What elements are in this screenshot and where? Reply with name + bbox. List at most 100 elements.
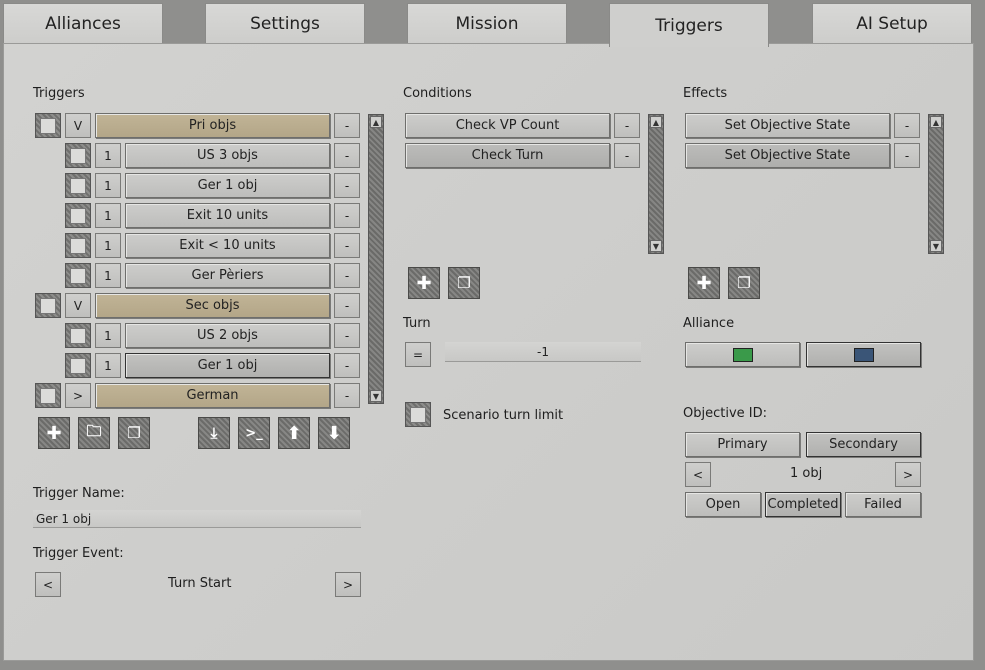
- trigger-item[interactable]: Ger 1 obj: [125, 173, 330, 198]
- tab-ai-setup[interactable]: AI Setup: [812, 3, 972, 43]
- trigger-toggle-button[interactable]: 1: [95, 173, 121, 198]
- objective-primary-button[interactable]: Primary: [685, 432, 800, 457]
- trigger-delete-button[interactable]: -: [334, 203, 360, 228]
- objective-completed-button[interactable]: Completed: [765, 492, 841, 517]
- trigger-toggle-button[interactable]: 1: [95, 143, 121, 168]
- trigger-delete-button[interactable]: -: [334, 293, 360, 318]
- alliance-2-button[interactable]: [806, 342, 921, 367]
- copy-icon: ❐: [737, 274, 751, 292]
- trigger-toggle-button[interactable]: >: [65, 383, 91, 408]
- alliance-2-swatch: [853, 347, 874, 362]
- effect-item[interactable]: Set Objective State: [685, 143, 890, 168]
- trigger-item[interactable]: Ger 1 obj: [125, 353, 330, 378]
- condition-delete-button[interactable]: -: [614, 143, 640, 168]
- trigger-enable-checkbox[interactable]: [65, 233, 91, 258]
- move-down-button[interactable]: ⬇: [318, 417, 350, 449]
- trigger-name-label: Trigger Name:: [33, 486, 125, 501]
- folder-icon: 🗀: [86, 421, 102, 440]
- scroll-down-icon[interactable]: ▼: [370, 390, 382, 402]
- trigger-toggle-button[interactable]: 1: [95, 263, 121, 288]
- copy-condition-button[interactable]: ❐: [448, 267, 480, 299]
- tab-triggers[interactable]: Triggers: [609, 3, 769, 47]
- add-condition-button[interactable]: ✚: [408, 267, 440, 299]
- move-up-button[interactable]: ⬆: [278, 417, 310, 449]
- effect-delete-button[interactable]: -: [894, 113, 920, 138]
- trigger-enable-checkbox[interactable]: [35, 383, 61, 408]
- effect-delete-button[interactable]: -: [894, 143, 920, 168]
- trigger-item[interactable]: US 2 objs: [125, 323, 330, 348]
- trigger-item[interactable]: US 3 objs: [125, 143, 330, 168]
- trigger-item[interactable]: Pri objs: [95, 113, 330, 138]
- trigger-enable-checkbox[interactable]: [65, 323, 91, 348]
- alliance-label: Alliance: [683, 316, 735, 331]
- objective-next-button[interactable]: >: [895, 462, 921, 487]
- plus-icon: ✚: [416, 272, 432, 294]
- turn-label: Turn: [403, 316, 431, 331]
- objective-prev-button[interactable]: <: [685, 462, 711, 487]
- trigger-delete-button[interactable]: -: [334, 383, 360, 408]
- import-button[interactable]: ⤓: [198, 417, 230, 449]
- trigger-toggle-button[interactable]: 1: [95, 323, 121, 348]
- trigger-delete-button[interactable]: -: [334, 263, 360, 288]
- trigger-event-label: Trigger Event:: [33, 546, 124, 561]
- triggers-header: Triggers: [33, 86, 85, 101]
- scroll-up-icon[interactable]: ▲: [650, 116, 662, 128]
- trigger-toggle-button[interactable]: 1: [95, 203, 121, 228]
- trigger-enable-checkbox[interactable]: [35, 293, 61, 318]
- trigger-toggle-button[interactable]: V: [65, 293, 91, 318]
- condition-item[interactable]: Check Turn: [405, 143, 610, 168]
- trigger-toggle-button[interactable]: V: [65, 113, 91, 138]
- trigger-delete-button[interactable]: -: [334, 143, 360, 168]
- trigger-scrollbar[interactable]: ▲ ▼: [368, 114, 384, 404]
- condition-item[interactable]: Check VP Count: [405, 113, 610, 138]
- scroll-down-icon[interactable]: ▼: [930, 240, 942, 252]
- alliance-1-swatch: [732, 347, 753, 362]
- scroll-down-icon[interactable]: ▼: [650, 240, 662, 252]
- trigger-delete-button[interactable]: -: [334, 173, 360, 198]
- tab-settings[interactable]: Settings: [205, 3, 365, 43]
- trigger-enable-checkbox[interactable]: [65, 263, 91, 288]
- trigger-item[interactable]: Exit < 10 units: [125, 233, 330, 258]
- console-button[interactable]: >_: [238, 417, 270, 449]
- objective-failed-button[interactable]: Failed: [845, 492, 921, 517]
- tab-mission[interactable]: Mission: [407, 3, 567, 43]
- trigger-delete-button[interactable]: -: [334, 113, 360, 138]
- conditions-scrollbar[interactable]: ▲ ▼: [648, 114, 664, 254]
- tab-alliances[interactable]: Alliances: [3, 3, 163, 43]
- trigger-delete-button[interactable]: -: [334, 323, 360, 348]
- objective-open-button[interactable]: Open: [685, 492, 761, 517]
- add-trigger-button[interactable]: ✚: [38, 417, 70, 449]
- alliance-1-button[interactable]: [685, 342, 800, 367]
- trigger-event-prev-button[interactable]: <: [35, 572, 61, 597]
- trigger-enable-checkbox[interactable]: [35, 113, 61, 138]
- copy-effect-button[interactable]: ❐: [728, 267, 760, 299]
- effects-scrollbar[interactable]: ▲ ▼: [928, 114, 944, 254]
- trigger-event-next-button[interactable]: >: [335, 572, 361, 597]
- add-folder-button[interactable]: 🗀: [78, 417, 110, 449]
- effect-item[interactable]: Set Objective State: [685, 113, 890, 138]
- turn-value-input[interactable]: -1: [445, 342, 641, 362]
- add-effect-button[interactable]: ✚: [688, 267, 720, 299]
- trigger-enable-checkbox[interactable]: [65, 203, 91, 228]
- plus-icon: ✚: [696, 272, 712, 294]
- trigger-item[interactable]: Exit 10 units: [125, 203, 330, 228]
- trigger-item[interactable]: Ger Pèriers: [125, 263, 330, 288]
- trigger-enable-checkbox[interactable]: [65, 353, 91, 378]
- trigger-enable-checkbox[interactable]: [65, 143, 91, 168]
- scenario-turn-limit-checkbox[interactable]: [405, 402, 431, 427]
- turn-operator-button[interactable]: =: [405, 342, 431, 367]
- trigger-delete-button[interactable]: -: [334, 353, 360, 378]
- copy-trigger-button[interactable]: ❐: [118, 417, 150, 449]
- trigger-toggle-button[interactable]: 1: [95, 233, 121, 258]
- condition-delete-button[interactable]: -: [614, 113, 640, 138]
- trigger-enable-checkbox[interactable]: [65, 173, 91, 198]
- scroll-up-icon[interactable]: ▲: [930, 116, 942, 128]
- scroll-up-icon[interactable]: ▲: [370, 116, 382, 128]
- trigger-item[interactable]: Sec objs: [95, 293, 330, 318]
- trigger-name-input[interactable]: Ger 1 obj: [33, 510, 361, 528]
- trigger-item[interactable]: German: [95, 383, 330, 408]
- objective-secondary-button[interactable]: Secondary: [806, 432, 921, 457]
- arrow-up-icon: ⬆: [286, 422, 302, 444]
- trigger-delete-button[interactable]: -: [334, 233, 360, 258]
- trigger-toggle-button[interactable]: 1: [95, 353, 121, 378]
